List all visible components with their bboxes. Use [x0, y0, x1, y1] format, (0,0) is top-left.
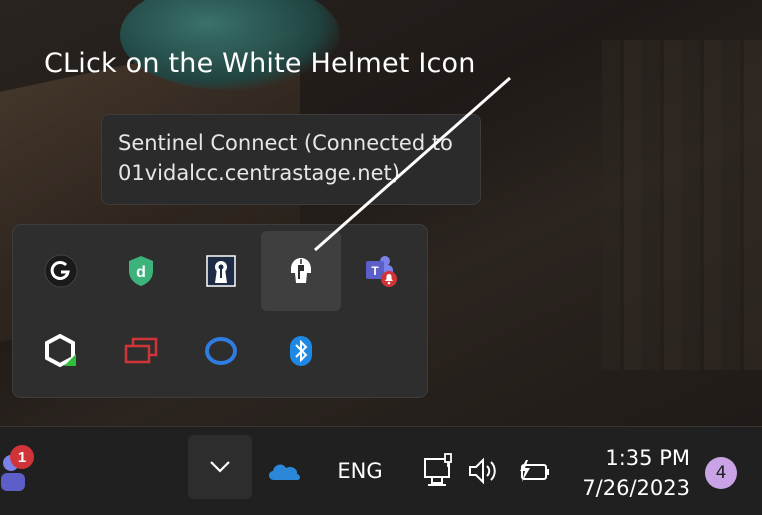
- tray-item-keyhole[interactable]: [181, 231, 261, 311]
- keyhole-lock-icon: [206, 255, 236, 287]
- logitech-g-hub-icon: [44, 254, 78, 288]
- language-indicator[interactable]: ENG: [330, 453, 390, 489]
- clock-date: 7/26/2023: [582, 476, 690, 500]
- datto-shield-icon: d: [129, 256, 153, 286]
- network-button[interactable]: [414, 451, 458, 491]
- clock-time: 1:35 PM: [605, 446, 690, 470]
- tooltip-line-1: Sentinel Connect (Connected to: [118, 131, 453, 155]
- tray-item-datto[interactable]: d: [101, 231, 181, 311]
- teams-notification-icon: T: [366, 256, 397, 287]
- show-hidden-icons-button[interactable]: [188, 435, 252, 499]
- battery-button[interactable]: [510, 453, 554, 489]
- tray-item-teams[interactable]: T: [341, 231, 421, 311]
- teams-badge: 1: [10, 445, 34, 469]
- bluetooth-icon: [290, 336, 312, 366]
- svg-text:d: d: [136, 264, 146, 281]
- tray-tooltip: Sentinel Connect (Connected to 01vidalcc…: [101, 114, 481, 205]
- chevron-up-icon: [210, 461, 230, 473]
- notification-center-badge[interactable]: 4: [705, 457, 737, 489]
- tray-item-hexagon-agent[interactable]: [21, 311, 101, 391]
- taskbar: 1 ENG 1:35 PM 7/26/2023 4: [0, 426, 762, 515]
- tray-item-red-windows[interactable]: [101, 311, 181, 391]
- tray-item-blue-ring[interactable]: [181, 311, 261, 391]
- wallpaper-books: [602, 40, 762, 370]
- onedrive-cloud-icon: [268, 464, 300, 480]
- hexagon-agent-icon: [45, 334, 76, 368]
- tooltip-line-2: 01vidalcc.centrastage.net): [118, 161, 400, 185]
- tray-item-logitech[interactable]: [21, 231, 101, 311]
- blue-ring-icon: [205, 337, 237, 365]
- battery-charging-icon: [520, 460, 549, 482]
- volume-button[interactable]: [464, 453, 504, 489]
- svg-text:T: T: [371, 264, 379, 278]
- red-windows-icon: [124, 337, 158, 364]
- speaker-volume-icon: [469, 457, 496, 485]
- hidden-icons-flyout: d T: [12, 224, 428, 398]
- onedrive-button[interactable]: [262, 453, 306, 489]
- tray-item-sentinel-connect[interactable]: [261, 231, 341, 311]
- sentinel-helmet-icon: [291, 258, 311, 283]
- tray-item-bluetooth[interactable]: [261, 311, 341, 391]
- ethernet-monitor-icon: [424, 453, 452, 486]
- taskbar-clock[interactable]: 1:35 PM 7/26/2023: [570, 443, 690, 503]
- instruction-caption: CLick on the White Helmet Icon: [44, 48, 476, 79]
